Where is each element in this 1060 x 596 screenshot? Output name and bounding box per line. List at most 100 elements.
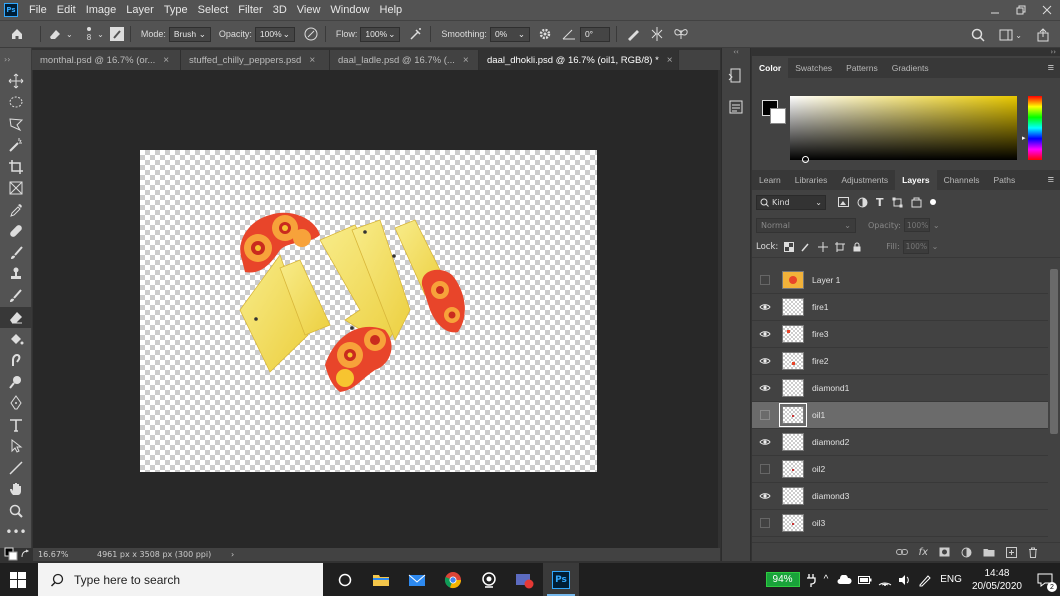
type-layer-filter-icon[interactable]: T xyxy=(876,196,884,209)
zoom-tool[interactable] xyxy=(0,500,32,522)
type-tool[interactable] xyxy=(0,414,32,436)
layers-scrollbar[interactable] xyxy=(1050,269,1058,434)
lock-artboard-icon[interactable] xyxy=(835,241,846,252)
visibility-toggle[interactable] xyxy=(752,357,778,365)
layer-row-oil3[interactable]: oil3 xyxy=(752,510,1048,537)
edit-toolbar-button[interactable]: ••• xyxy=(0,522,32,544)
tab-channels[interactable]: Channels xyxy=(937,170,987,190)
eyedropper-tool[interactable] xyxy=(0,199,32,221)
link-layers-icon[interactable] xyxy=(895,548,908,556)
layer-filter-select[interactable]: Kind ⌄ xyxy=(756,194,826,210)
history-panel-button[interactable] xyxy=(722,66,750,84)
menu-3d[interactable]: 3D xyxy=(268,4,292,16)
layer-row-diamond2[interactable]: diamond2 xyxy=(752,429,1048,456)
brush-size-picker[interactable]: 8 xyxy=(87,26,91,42)
menu-file[interactable]: File xyxy=(24,4,52,16)
brush-tool[interactable] xyxy=(0,242,32,264)
layer-row-oil1[interactable]: oil1 xyxy=(752,402,1048,429)
task-view-button[interactable] xyxy=(327,563,363,596)
collapse-panels-button[interactable]: ›› xyxy=(752,48,1060,56)
photoshop-taskbar-button[interactable]: Ps xyxy=(543,563,579,596)
layer-row-diamond1[interactable]: diamond1 xyxy=(752,375,1048,402)
healing-brush-tool[interactable] xyxy=(0,221,32,243)
pressure-size-toggle[interactable] xyxy=(625,26,641,42)
share-button[interactable] xyxy=(1036,28,1050,42)
collapse-toolbar-button[interactable]: ›› xyxy=(0,48,31,70)
menu-window[interactable]: Window xyxy=(325,4,374,16)
adjustment-layer-filter-icon[interactable] xyxy=(857,197,868,208)
tab-gradients[interactable]: Gradients xyxy=(885,58,936,78)
tab-patterns[interactable]: Patterns xyxy=(839,58,885,78)
document-canvas[interactable] xyxy=(140,150,597,472)
speaker-icon[interactable] xyxy=(898,574,912,586)
color-swatches[interactable] xyxy=(0,543,32,565)
properties-panel-button[interactable] xyxy=(722,98,750,116)
tab-monthal[interactable]: monthal.psd @ 16.7% (or... × xyxy=(32,50,181,70)
tab-adjustments[interactable]: Adjustments xyxy=(834,170,895,190)
smudge-tool[interactable] xyxy=(0,350,32,372)
adjustment-layer-icon[interactable] xyxy=(961,547,972,558)
visibility-toggle[interactable] xyxy=(752,438,778,446)
menu-view[interactable]: View xyxy=(292,4,326,16)
dodge-tool[interactable] xyxy=(0,371,32,393)
pen-workspace-icon[interactable] xyxy=(918,573,932,587)
lasso-tool[interactable] xyxy=(0,113,32,135)
fill-input[interactable]: 100% xyxy=(902,239,929,254)
action-center-button[interactable]: 2 xyxy=(1030,563,1060,596)
color-picker-handle[interactable] xyxy=(802,156,809,163)
chevron-up-icon[interactable]: ^ xyxy=(824,574,829,585)
status-menu-arrow[interactable]: › xyxy=(231,550,234,559)
path-selection-tool[interactable] xyxy=(0,436,32,458)
close-tab-icon[interactable]: × xyxy=(309,55,315,66)
tab-paths[interactable]: Paths xyxy=(986,170,1022,190)
layer-row-layer-1[interactable]: Layer 1 xyxy=(752,267,1048,294)
color-field[interactable] xyxy=(790,96,1017,163)
symmetry-button[interactable] xyxy=(649,26,665,42)
menu-layer[interactable]: Layer xyxy=(121,4,159,16)
tab-swatches[interactable]: Swatches xyxy=(788,58,839,78)
lock-image-pixels-icon[interactable] xyxy=(801,242,811,252)
clock[interactable]: 14:48 20/05/2020 xyxy=(972,567,1022,593)
visibility-toggle[interactable] xyxy=(752,410,778,420)
tab-daal-ladle[interactable]: daal_ladle.psd @ 16.7% (... × xyxy=(330,50,479,70)
close-window-button[interactable] xyxy=(1034,0,1060,20)
smoothing-input[interactable]: 0% ⌄ xyxy=(489,26,530,42)
move-tool[interactable] xyxy=(0,70,32,92)
new-layer-icon[interactable] xyxy=(1006,546,1017,558)
close-tab-icon[interactable]: × xyxy=(163,55,169,66)
magic-wand-tool[interactable] xyxy=(0,135,32,157)
chrome-button[interactable] xyxy=(435,563,471,596)
menu-help[interactable]: Help xyxy=(375,4,408,16)
tab-learn[interactable]: Learn xyxy=(752,170,788,190)
search-button[interactable] xyxy=(971,28,985,42)
menu-image[interactable]: Image xyxy=(81,4,122,16)
trash-icon[interactable] xyxy=(1028,547,1038,558)
smoothing-options-button[interactable] xyxy=(538,27,552,41)
filter-toggle-icon[interactable] xyxy=(929,199,936,205)
tab-daal-dhokli[interactable]: daal_dhokli.psd @ 16.7% (oil1, RGB/8) * × xyxy=(479,50,679,70)
tab-stuffed-chilly-peppers[interactable]: stuffed_chilly_peppers.psd × xyxy=(181,50,330,70)
angle-input[interactable]: 0° xyxy=(579,26,610,42)
eraser-tool[interactable] xyxy=(0,306,32,328)
line-tool[interactable] xyxy=(0,457,32,479)
mail-button[interactable] xyxy=(399,563,435,596)
photos-app-button[interactable] xyxy=(507,563,543,596)
layer-row-fire1[interactable]: fire1 xyxy=(752,294,1048,321)
brush-angle-control[interactable]: 0° xyxy=(562,26,610,42)
smart-object-filter-icon[interactable] xyxy=(911,197,922,208)
menu-edit[interactable]: Edit xyxy=(52,4,81,16)
cloud-icon[interactable] xyxy=(836,574,852,585)
tab-color[interactable]: Color xyxy=(752,58,789,78)
marquee-tool[interactable] xyxy=(0,92,32,114)
brush-settings-button[interactable] xyxy=(109,27,124,41)
layer-row-diamond3[interactable]: diamond3 xyxy=(752,483,1048,510)
visibility-toggle[interactable] xyxy=(752,464,778,474)
hue-slider[interactable] xyxy=(1028,96,1042,160)
zoom-level[interactable]: 16.67% xyxy=(38,550,83,559)
tool-preset-picker[interactable]: ⌄ xyxy=(47,27,73,41)
crop-tool[interactable] xyxy=(0,156,32,178)
file-explorer-button[interactable] xyxy=(363,563,399,596)
layer-opacity-input[interactable]: 100% xyxy=(903,218,930,232)
minimize-button[interactable] xyxy=(982,0,1008,20)
expand-panels-button[interactable]: ‹‹ xyxy=(722,48,750,56)
